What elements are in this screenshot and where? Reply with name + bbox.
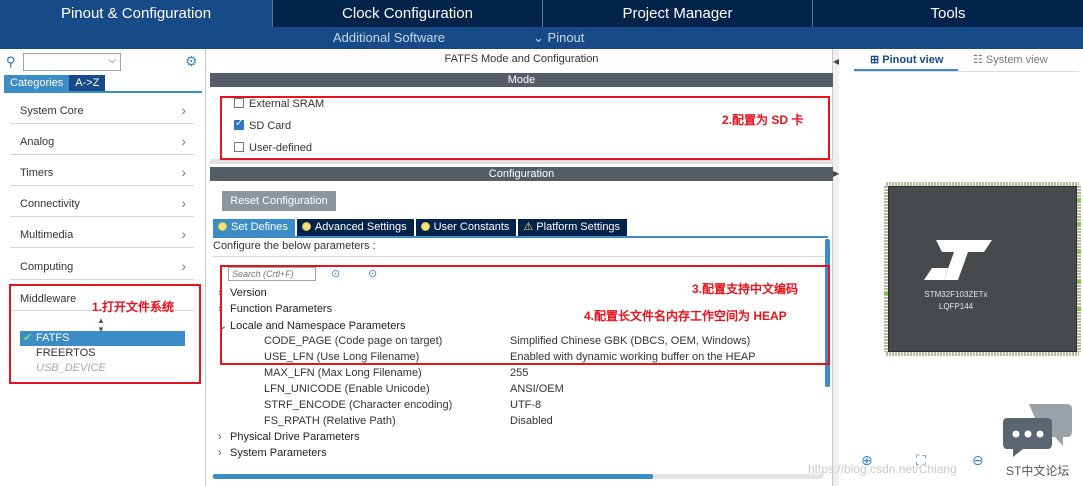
chip-pin-assigned[interactable] <box>1077 222 1081 225</box>
category-system-core[interactable]: System Core › <box>10 100 194 124</box>
category-search: ⚲ ⌵ ⚙ <box>4 53 204 71</box>
annotation-2: 2.配置为 SD 卡 <box>722 113 804 127</box>
tab-set-defines[interactable]: Set Defines <box>213 219 295 236</box>
chevron-right-icon: › <box>181 133 186 149</box>
param-name: MAX_LFN (Max Long Filename) <box>264 367 422 379</box>
divider <box>213 256 828 257</box>
chip-pin-assigned[interactable] <box>1077 198 1081 201</box>
mode-section-header: Mode <box>210 73 833 87</box>
status-dot-icon <box>301 222 311 231</box>
chip-icon: ⊞ <box>870 54 883 66</box>
status-dot-icon <box>218 222 227 231</box>
annotation-3: 3.配置支持中文编码 <box>692 282 799 296</box>
divider <box>854 71 1079 72</box>
param-name: LFN_UNICODE (Enable Unicode) <box>264 383 430 395</box>
additional-software-menu[interactable]: Additional Software <box>333 30 445 45</box>
chevron-right-icon: › <box>181 195 186 211</box>
chevron-down-icon: ⌵ <box>108 55 116 66</box>
chip-pin-assigned[interactable] <box>1077 280 1081 283</box>
category-label: Analog <box>20 136 55 148</box>
category-label: Timers <box>20 167 54 179</box>
tree-item-label: Physical Drive Parameters <box>230 431 360 443</box>
tree-item-physical-drive[interactable]: › Physical Drive Parameters <box>218 431 360 443</box>
category-connectivity[interactable]: Connectivity › <box>10 193 194 217</box>
param-name: STRF_ENCODE (Character encoding) <box>264 399 453 411</box>
tab-a-z[interactable]: A->Z <box>69 75 106 91</box>
category-label: Computing <box>20 261 74 273</box>
chip-pin-assigned[interactable] <box>1077 308 1081 311</box>
tab-advanced-settings[interactable]: Advanced Settings <box>296 219 414 236</box>
param-value[interactable]: Disabled <box>510 415 553 427</box>
category-label: System Core <box>20 105 84 117</box>
category-timers[interactable]: Timers › <box>10 162 194 186</box>
config-description: Configure the below parameters : <box>213 240 376 252</box>
chevron-right-icon: › <box>181 226 186 242</box>
configuration-tabs: Set Defines Advanced Settings User Const… <box>213 219 629 236</box>
category-search-input[interactable]: ⌵ <box>23 53 121 71</box>
tree-item-label: System Parameters <box>230 447 327 459</box>
category-multimedia[interactable]: Multimedia › <box>10 224 194 248</box>
chevron-right-icon: › <box>181 102 186 118</box>
chip-package: LQFP144 <box>938 302 974 311</box>
search-icon: ⚲ <box>6 54 16 69</box>
chevron-right-icon: › <box>218 431 222 443</box>
top-tab-bar: Pinout & Configuration Clock Configurati… <box>0 0 1083 27</box>
horizontal-scrollbar[interactable] <box>213 474 653 479</box>
tab-clock-configuration[interactable]: Clock Configuration <box>273 0 543 27</box>
watermark-url: https://blog.csdn.net/Chiang <box>808 462 957 476</box>
tab-label: Set Defines <box>231 221 288 233</box>
param-value[interactable]: ANSI/OEM <box>510 383 564 395</box>
chevron-right-icon: › <box>181 258 186 274</box>
sub-menu-bar: Additional Software ⌄ Pinout <box>0 27 1083 49</box>
watermark-forum: ST中文论坛 <box>1006 464 1070 478</box>
status-dot-icon <box>420 222 430 231</box>
grid-icon: ☷ <box>973 54 986 66</box>
tab-categories[interactable]: Categories <box>4 75 70 91</box>
chevron-right-icon: › <box>218 447 222 459</box>
tab-label: Advanced Settings <box>314 221 407 233</box>
warning-icon: ⚠ <box>523 221 534 233</box>
tab-tools[interactable]: Tools <box>813 0 1083 27</box>
reset-configuration-button[interactable]: Reset Configuration <box>222 191 336 211</box>
chevron-right-icon: › <box>181 164 186 180</box>
category-tab-underline <box>4 91 202 93</box>
tab-user-constants[interactable]: User Constants <box>415 219 517 236</box>
annotation-1: 1.打开文件系统 <box>92 300 175 314</box>
tree-item-system-parameters[interactable]: › System Parameters <box>218 447 327 459</box>
chip-part-number: STM32F103ZETx <box>924 290 988 299</box>
pinout-menu-label: Pinout <box>547 30 585 45</box>
annotation-box-2 <box>220 96 830 160</box>
gear-icon[interactable]: ⚙ <box>185 53 198 70</box>
chip-pins-right <box>1077 186 1081 352</box>
configuration-section-header: Configuration <box>210 167 833 181</box>
param-name: FS_RPATH (Relative Path) <box>264 415 396 427</box>
tab-label: User Constants <box>433 221 510 233</box>
zoom-out-icon[interactable]: ⊖ <box>972 452 984 469</box>
category-panel: ⚲ ⌵ ⚙ Categories A->Z System Core › Analo… <box>0 49 206 486</box>
chip-pin-assigned[interactable] <box>1077 250 1081 253</box>
category-computing[interactable]: Computing › <box>10 256 194 280</box>
category-analog[interactable]: Analog › <box>10 131 194 155</box>
category-label: Connectivity <box>20 198 80 210</box>
st-logo-icon <box>924 240 992 280</box>
pinout-menu[interactable]: ⌄ Pinout <box>533 30 584 46</box>
category-label: Multimedia <box>20 229 74 241</box>
panel-title: FATFS Mode and Configuration <box>444 53 599 65</box>
tab-system-view[interactable]: ☷ System view <box>973 53 1048 66</box>
param-value[interactable]: UTF-8 <box>510 399 541 411</box>
config-tab-underline <box>213 236 828 238</box>
tab-label: Platform Settings <box>536 221 621 233</box>
tab-pinout-view[interactable]: ⊞ Pinout view <box>870 53 943 66</box>
category-tabs: Categories A->Z <box>4 75 106 91</box>
tab-label: System view <box>985 54 1048 66</box>
annotation-4: 4.配置长文件名内存工作空间为 HEAP <box>584 309 787 323</box>
tab-label: Pinout view <box>882 54 944 66</box>
tab-platform-settings[interactable]: ⚠ Platform Settings <box>518 219 628 236</box>
tab-project-manager[interactable]: Project Manager <box>543 0 813 27</box>
chip-pins-bottom <box>886 352 1079 356</box>
chevron-down-icon: ⌄ <box>533 30 544 45</box>
tab-pinout-configuration[interactable]: Pinout & Configuration <box>0 0 273 27</box>
param-value[interactable]: 255 <box>510 367 528 379</box>
chat-bubble-icon <box>1003 404 1072 457</box>
